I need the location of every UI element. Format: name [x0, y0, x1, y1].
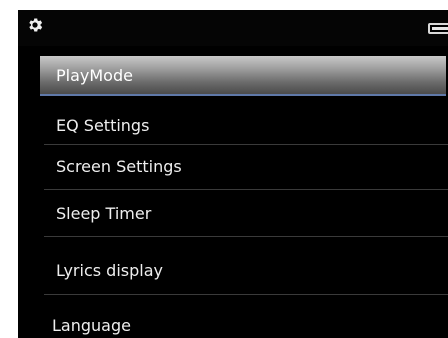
menu-item-label: Lyrics display [56, 261, 163, 280]
divider [44, 294, 448, 295]
gear-icon[interactable] [26, 16, 44, 34]
menu-item-screen-settings[interactable]: Screen Settings [42, 157, 448, 177]
menu-item-sleep-timer[interactable]: Sleep Timer [42, 204, 448, 224]
divider [44, 189, 448, 190]
menu-item-label: Sleep Timer [56, 204, 152, 223]
menu-item-label: Language [52, 316, 131, 335]
menu-item-eq-settings[interactable]: EQ Settings [42, 116, 448, 136]
device-screen: PlayMode EQ Settings Screen Settings Sle… [18, 10, 448, 338]
menu-item-lyrics-display[interactable]: Lyrics display [42, 261, 448, 281]
status-bar [18, 10, 448, 46]
settings-menu: PlayMode EQ Settings Screen Settings Sle… [18, 46, 448, 338]
divider [44, 144, 448, 145]
divider [44, 236, 448, 237]
battery-level [432, 27, 448, 30]
menu-item-label: Screen Settings [56, 157, 182, 176]
menu-item-language[interactable]: Language [38, 316, 444, 336]
menu-item-label: PlayMode [56, 66, 133, 85]
battery-icon [428, 23, 448, 34]
menu-item-playmode[interactable]: PlayMode [40, 56, 446, 96]
menu-item-label: EQ Settings [56, 116, 150, 135]
